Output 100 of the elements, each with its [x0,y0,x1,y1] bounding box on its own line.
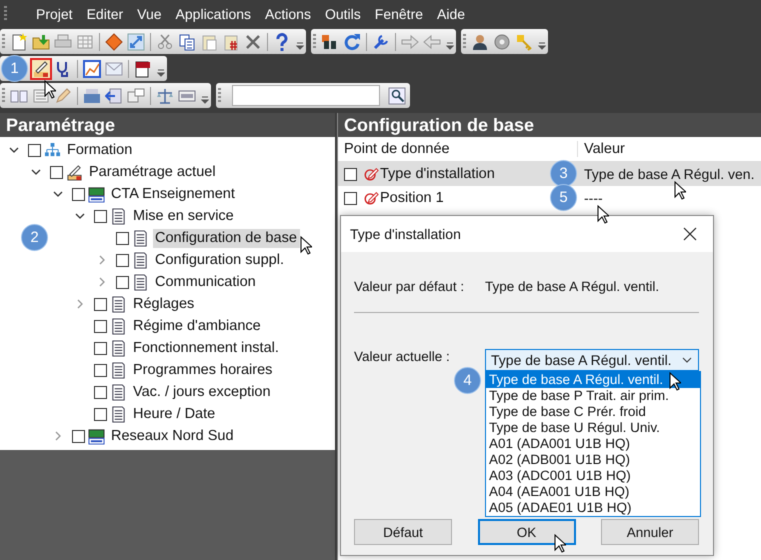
checkbox[interactable] [344,168,357,180]
settings-icon [493,32,511,50]
overflow-icon[interactable] [157,68,165,78]
grip-handle[interactable] [2,34,5,50]
menu-item[interactable]: Actions [258,6,318,22]
grip-handle[interactable] [313,34,316,50]
dialog-button[interactable]: Défaut [354,519,452,545]
tree-item[interactable]: Communication [153,272,259,292]
checkbox[interactable] [94,386,107,398]
tree-item[interactable]: Heure / Date [131,404,218,424]
list-icon [32,86,50,104]
checkbox[interactable] [72,430,85,442]
pencil-icon [66,164,83,180]
dropdown-option[interactable]: A04 (AEA001 U1B HQ) [486,484,700,500]
checkbox[interactable] [344,192,357,204]
pointer-icon [554,534,566,553]
close-icon[interactable] [683,227,697,241]
drawer-icon [83,86,101,104]
checkbox[interactable] [94,342,107,354]
overflow-icon[interactable] [538,41,546,51]
dialog-button[interactable]: OK [478,519,576,545]
dropdown-option[interactable]: A05 (ADAE01 U1B HQ) [486,500,700,516]
menu-item[interactable]: Projet [29,6,80,22]
search-button[interactable] [386,84,408,106]
dropdown-option[interactable]: Type de base U Régul. Univ. [486,420,700,436]
checkbox[interactable] [72,188,85,200]
tree-item[interactable]: Paramétrage actuel [87,162,219,182]
document-icon [110,406,127,422]
menu-item[interactable]: Editer [80,6,130,22]
tree-item[interactable]: Réglages [131,294,198,314]
grip-handle[interactable] [2,88,5,104]
pointer-icon [300,236,312,255]
document-icon [132,274,149,290]
document-icon [132,252,149,268]
tree-item[interactable]: Fonctionnement instal. [131,338,282,358]
panel-title: Configuration de base [338,113,761,137]
folder-icon [32,32,50,50]
field-label: Valeur par défaut : [354,279,466,294]
pencil-icon [32,60,50,78]
checkbox[interactable] [116,276,129,288]
checkbox[interactable] [94,408,107,420]
tree-item[interactable]: Régime d'ambiance [131,316,264,336]
tree-item[interactable]: Reseaux Nord Sud [109,426,237,446]
dropdown-option[interactable]: Type de base C Prér. froid [486,404,700,420]
overflow-icon[interactable] [296,41,304,51]
grip-handle[interactable] [4,6,7,22]
dialog-button[interactable]: Annuler [601,519,699,545]
search-field[interactable] [232,85,380,106]
tree-item[interactable]: Mise en service [131,206,237,226]
menu-item[interactable]: Vue [130,6,169,22]
checkbox[interactable] [94,364,107,376]
value-dropdown[interactable]: Type de base A Régul. ventil. [485,349,699,371]
tree-item[interactable]: Formation [65,140,136,160]
table-row[interactable]: Position 1 5 ---- [338,186,761,210]
menu-item[interactable]: Aide [430,6,472,22]
document-icon [110,384,127,400]
paste-icon [200,32,218,50]
menu-item[interactable]: Fenêtre [368,6,430,22]
wrench-icon [372,32,390,50]
column-header[interactable]: Valeur [578,141,625,157]
overflow-icon[interactable] [201,95,209,105]
controller-icon [88,428,105,444]
pencil-button[interactable] [30,58,52,80]
pencil-icon [54,86,72,104]
diagonal-arrows-button[interactable] [125,30,147,52]
checkbox[interactable] [28,144,41,156]
overflow-icon[interactable] [446,41,454,51]
tree-item[interactable]: Vac. / jours exception [131,382,274,402]
checkbox[interactable] [94,298,107,310]
tree-item[interactable]: Configuration suppl. [153,250,287,270]
dropdown-option[interactable]: A01 (ADA001 U1B HQ) [486,436,700,452]
column-header[interactable]: Point de donnée [338,141,578,157]
dialog-title: Type d'installation [350,226,461,242]
chart-button[interactable] [81,58,103,80]
document-icon [110,362,127,378]
pointer-icon [674,181,686,200]
table-row[interactable]: Type d'installation 3 Type de base A Régul. ven. [338,162,761,186]
grip-handle[interactable] [218,88,221,104]
step-badge: 5 [550,184,577,211]
menu-item[interactable]: Applications [168,6,258,22]
grip-handle[interactable] [463,34,466,50]
table-icon [76,32,94,50]
field-label: Valeur actuelle : [354,349,451,364]
document-icon [110,340,127,356]
diamond-button[interactable] [103,30,125,52]
checkbox[interactable] [50,166,63,178]
dropdown-option[interactable]: A03 (ADC001 U1B HQ) [486,468,700,484]
tree-item[interactable]: CTA Enseignement [109,184,238,204]
checkbox[interactable] [116,254,129,266]
menu-item[interactable]: Outils [318,6,368,22]
checkbox[interactable] [116,232,129,244]
checkbox[interactable] [94,210,107,222]
table-cell-text: ---- [583,190,603,206]
diagonal-arrows-icon [127,32,145,50]
tree-item[interactable]: Programmes horaires [131,360,276,380]
panel-title: Paramétrage [0,113,335,137]
refresh-icon [343,32,361,50]
tree-item[interactable]: Configuration de base [153,228,300,248]
dropdown-option[interactable]: A02 (ADB001 U1B HQ) [486,452,700,468]
checkbox[interactable] [94,320,107,332]
